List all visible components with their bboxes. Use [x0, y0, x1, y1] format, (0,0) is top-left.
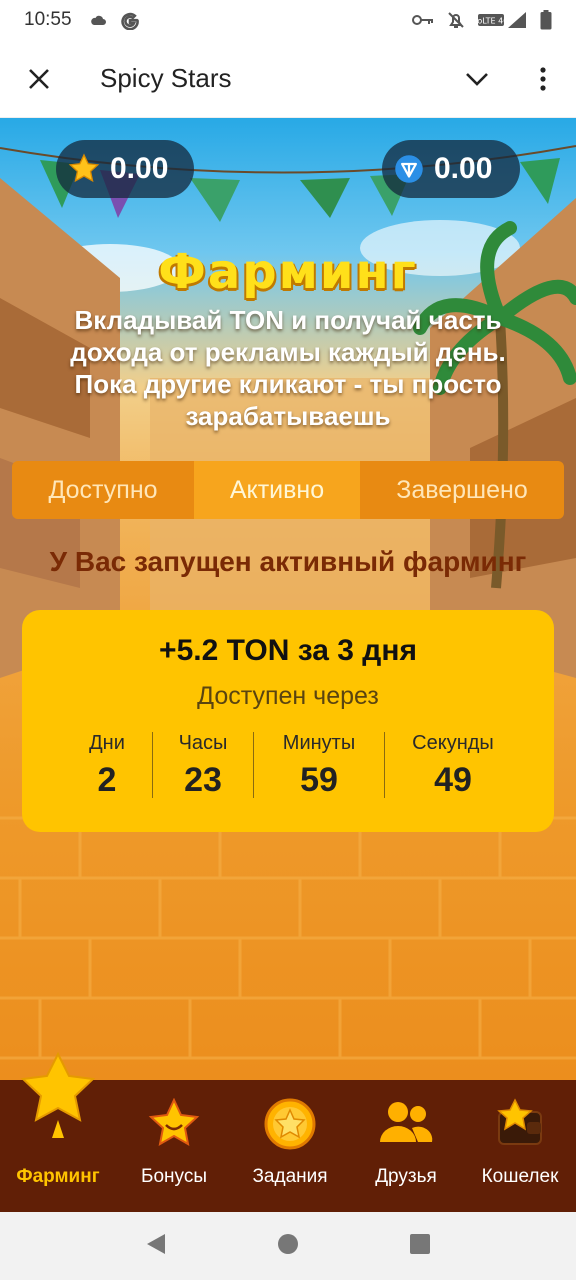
bell-off-icon — [446, 10, 466, 30]
cloud-icon — [90, 14, 106, 26]
star-icon — [20, 1052, 96, 1138]
home-button[interactable] — [277, 1233, 299, 1260]
collapse-button[interactable] — [444, 40, 510, 118]
stars-balance: 0.00 — [56, 140, 194, 198]
countdown-label: Минуты — [282, 732, 356, 754]
app-title: Spicy Stars — [100, 63, 232, 93]
recents-button[interactable] — [409, 1233, 431, 1260]
farming-tabs: Доступно Активно Завершено — [12, 461, 564, 519]
countdown-label: Часы — [178, 732, 228, 754]
people-icon — [380, 1102, 433, 1142]
home-circle-icon — [278, 1233, 298, 1254]
countdown-value: 59 — [300, 761, 338, 799]
nav-friends-label: Друзья — [375, 1166, 437, 1187]
countdown-minutes: Минуты 59 — [254, 732, 384, 800]
countdown-hours: Часы 23 — [153, 732, 253, 800]
wallet-icon — [497, 1098, 542, 1145]
countdown-timer: Дни 2 Часы 23 Минуты 59 Секунды 49 — [62, 732, 522, 800]
active-farming-message: У Вас запущен активный фарминг — [49, 546, 527, 577]
system-navigation-bar — [0, 1212, 576, 1280]
chevron-down-icon — [466, 72, 488, 86]
star-coin-icon — [264, 1098, 316, 1150]
farming-reward: +5.2 TON за 3 дня — [159, 634, 417, 667]
page-description: Вкладывай TON и получай часть дохода от … — [70, 305, 506, 431]
star-icon — [68, 153, 100, 183]
countdown-value: 49 — [434, 761, 472, 799]
nav-wallet-label: Кошелек — [481, 1166, 559, 1187]
more-button[interactable] — [510, 40, 576, 118]
countdown-days: Дни 2 — [62, 732, 152, 800]
nav-tasks-label: Задания — [252, 1166, 328, 1187]
key-icon — [412, 14, 434, 26]
close-button[interactable] — [0, 40, 78, 118]
back-triangle-icon — [147, 1233, 165, 1254]
google-icon — [120, 10, 140, 30]
status-bar: 10:55 VoLTE 4G — [0, 0, 576, 40]
farming-card: +5.2 TON за 3 дня Доступен через Дни 2 Ч… — [22, 610, 554, 832]
nav-farming-label: Фарминг — [16, 1166, 100, 1187]
bottom-navigation: Фарминг Бонусы Задания Друзья Кошелек — [0, 1052, 576, 1212]
app-bar: Spicy Stars — [0, 40, 576, 118]
recents-square-icon — [410, 1233, 430, 1254]
nav-farming[interactable]: Фарминг — [0, 1052, 116, 1212]
countdown-value: 23 — [184, 761, 222, 799]
ton-balance: 0.00 — [382, 140, 520, 198]
available-in-label: Доступен через — [197, 682, 379, 710]
stars-balance-value: 0.00 — [110, 152, 169, 185]
page-title: Фарминг — [158, 244, 418, 300]
tab-completed[interactable]: Завершено — [360, 461, 564, 519]
status-time: 10:55 — [24, 9, 72, 30]
nav-tasks[interactable]: Задания — [232, 1080, 348, 1212]
nav-friends[interactable]: Друзья — [348, 1080, 464, 1212]
ton-balance-value: 0.00 — [434, 152, 493, 185]
nav-bonuses-label: Бонусы — [141, 1166, 207, 1187]
countdown-label: Секунды — [412, 732, 494, 754]
close-icon — [29, 68, 49, 89]
smiling-star-icon — [148, 1098, 200, 1146]
signal-icon: VoLTE 4G — [478, 11, 528, 29]
ton-icon — [395, 155, 423, 183]
farming-screen: 0.00 0.00 Фарминг Вкладывай TON и получа… — [0, 118, 576, 1080]
back-button[interactable] — [145, 1232, 167, 1261]
nav-bonuses[interactable]: Бонусы — [116, 1080, 232, 1212]
countdown-seconds: Секунды 49 — [385, 732, 521, 800]
more-vertical-icon — [540, 66, 546, 91]
network-label: VoLTE 4G — [478, 17, 509, 26]
battery-icon — [540, 10, 552, 30]
tab-available[interactable]: Доступно — [12, 461, 194, 519]
countdown-value: 2 — [97, 761, 117, 799]
countdown-label: Дни — [89, 732, 125, 754]
tab-active[interactable]: Активно — [194, 461, 360, 519]
nav-wallet[interactable]: Кошелек — [464, 1080, 576, 1212]
